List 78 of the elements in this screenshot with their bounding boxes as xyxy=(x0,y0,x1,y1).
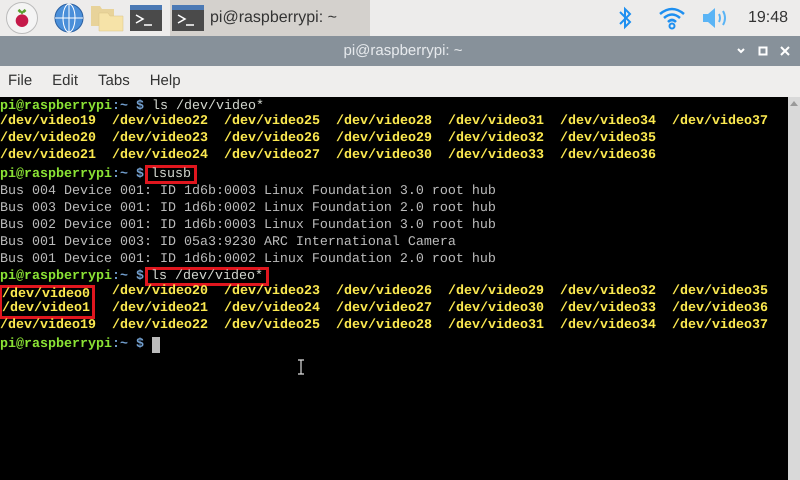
mouse-text-cursor-icon xyxy=(297,359,305,375)
device-file-name: /dev/video30 xyxy=(336,149,432,165)
prompt-path: :~ xyxy=(112,268,128,284)
prompt-user: pi@raspberrypi xyxy=(0,336,112,353)
device-file-name: /dev/video25 xyxy=(224,115,320,131)
task-button[interactable]: pi@raspberrypi: ~ xyxy=(170,0,370,36)
output-line: Bus 001 Device 003: ID 05a3:9230 ARC International Camera xyxy=(0,234,456,251)
raspberry-menu-icon[interactable] xyxy=(6,2,38,34)
device-file-name: /dev/video33 xyxy=(560,302,656,318)
maximize-icon[interactable] xyxy=(758,46,768,56)
output-line: Bus 002 Device 001: ID 1d6b:0003 Linux Foundation 3.0 root hub xyxy=(0,217,496,234)
device-file-name: /dev/video20 xyxy=(0,132,96,148)
scrollbar[interactable] xyxy=(788,97,800,480)
prompt-user: pi@raspberrypi xyxy=(0,98,112,114)
menu-item[interactable]: Edit xyxy=(52,70,78,93)
prompt-symbol: $ xyxy=(136,166,144,183)
device-file-name: /dev/video22 xyxy=(112,115,208,131)
device-file-name: /dev/video20 xyxy=(112,285,208,301)
prompt-path: :~ xyxy=(112,98,128,114)
device-file-name: /dev/video33 xyxy=(448,149,544,165)
prompt-path: :~ xyxy=(112,166,128,183)
device-file-name: /dev/video32 xyxy=(448,132,544,148)
device-file-name: /dev/video21 xyxy=(112,302,208,318)
device-file-name: /dev/video23 xyxy=(112,132,208,148)
output-line: Bus 004 Device 001: ID 1d6b:0003 Linux Foundation 3.0 root hub xyxy=(0,183,496,200)
device-file-name: /dev/video25 xyxy=(224,319,320,335)
device-file-name: /dev/video34 xyxy=(560,319,656,335)
device-file-name: /dev/video28 xyxy=(336,319,432,335)
menu-item[interactable]: File xyxy=(8,70,32,93)
device-file-name: /dev/video36 xyxy=(560,149,656,165)
device-file-name: /dev/video35 xyxy=(672,285,768,301)
device-file-name: /dev/video37 xyxy=(672,115,768,131)
device-file-name: /dev/video24 xyxy=(224,302,320,318)
minimize-icon[interactable] xyxy=(736,46,746,56)
command-text: ls /dev/video* xyxy=(152,98,264,114)
device-file-name: /dev/video19 xyxy=(0,115,96,131)
scroll-up-icon[interactable] xyxy=(790,100,798,106)
prompt-path: :~ xyxy=(112,336,128,353)
prompt-user: pi@raspberrypi xyxy=(0,166,112,183)
close-icon[interactable] xyxy=(780,46,790,56)
device-file-name: /dev/video29 xyxy=(448,285,544,301)
output-line: Bus 001 Device 001: ID 1d6b:0002 Linux Foundation 2.0 root hub xyxy=(0,251,496,268)
device-file-name: /dev/video26 xyxy=(224,132,320,148)
device-file-name: /dev/video36 xyxy=(672,302,768,318)
prompt-symbol: $ xyxy=(136,336,144,353)
device-file-name: /dev/video30 xyxy=(448,302,544,318)
device-file-name: /dev/video1 xyxy=(0,302,95,319)
device-file-name: /dev/video23 xyxy=(224,285,320,301)
device-file-name: /dev/video32 xyxy=(560,285,656,301)
device-file-name: /dev/video31 xyxy=(448,319,544,335)
menu-item[interactable]: Tabs xyxy=(98,70,130,93)
prompt-symbol: $ xyxy=(136,268,144,284)
command-text: lsusb xyxy=(144,165,197,184)
device-file-name: /dev/video35 xyxy=(560,132,656,148)
device-file-name: /dev/video27 xyxy=(336,302,432,318)
menu-item[interactable]: Help xyxy=(150,70,181,93)
device-file-name: /dev/video27 xyxy=(224,149,320,165)
bluetooth-icon[interactable] xyxy=(618,6,632,30)
device-file-name: /dev/video21 xyxy=(0,149,96,165)
device-file-name: /dev/video28 xyxy=(336,115,432,131)
device-file-name: /dev/video24 xyxy=(112,149,208,165)
window-title: pi@raspberrypi: ~ xyxy=(342,40,464,61)
clock[interactable]: 19:48 xyxy=(748,6,788,30)
device-file-name: /dev/video34 xyxy=(560,115,656,131)
device-file-name: /dev/video37 xyxy=(672,319,768,335)
device-file-name: /dev/video0 xyxy=(0,285,95,302)
wifi-icon[interactable] xyxy=(658,6,686,30)
device-file-name: /dev/video19 xyxy=(0,319,96,335)
terminal-icon[interactable] xyxy=(172,5,204,31)
device-file-name: /dev/video22 xyxy=(112,319,208,335)
device-file-name: /dev/video26 xyxy=(336,285,432,301)
globe-icon[interactable] xyxy=(54,3,84,33)
terminal-icon[interactable] xyxy=(130,5,162,31)
prompt-symbol: $ xyxy=(136,98,144,114)
output-line: Bus 003 Device 001: ID 1d6b:0002 Linux Foundation 2.0 root hub xyxy=(0,200,496,217)
device-file-name: /dev/video31 xyxy=(448,115,544,131)
prompt-user: pi@raspberrypi xyxy=(0,268,112,285)
device-file-name: /dev/video29 xyxy=(336,132,432,148)
